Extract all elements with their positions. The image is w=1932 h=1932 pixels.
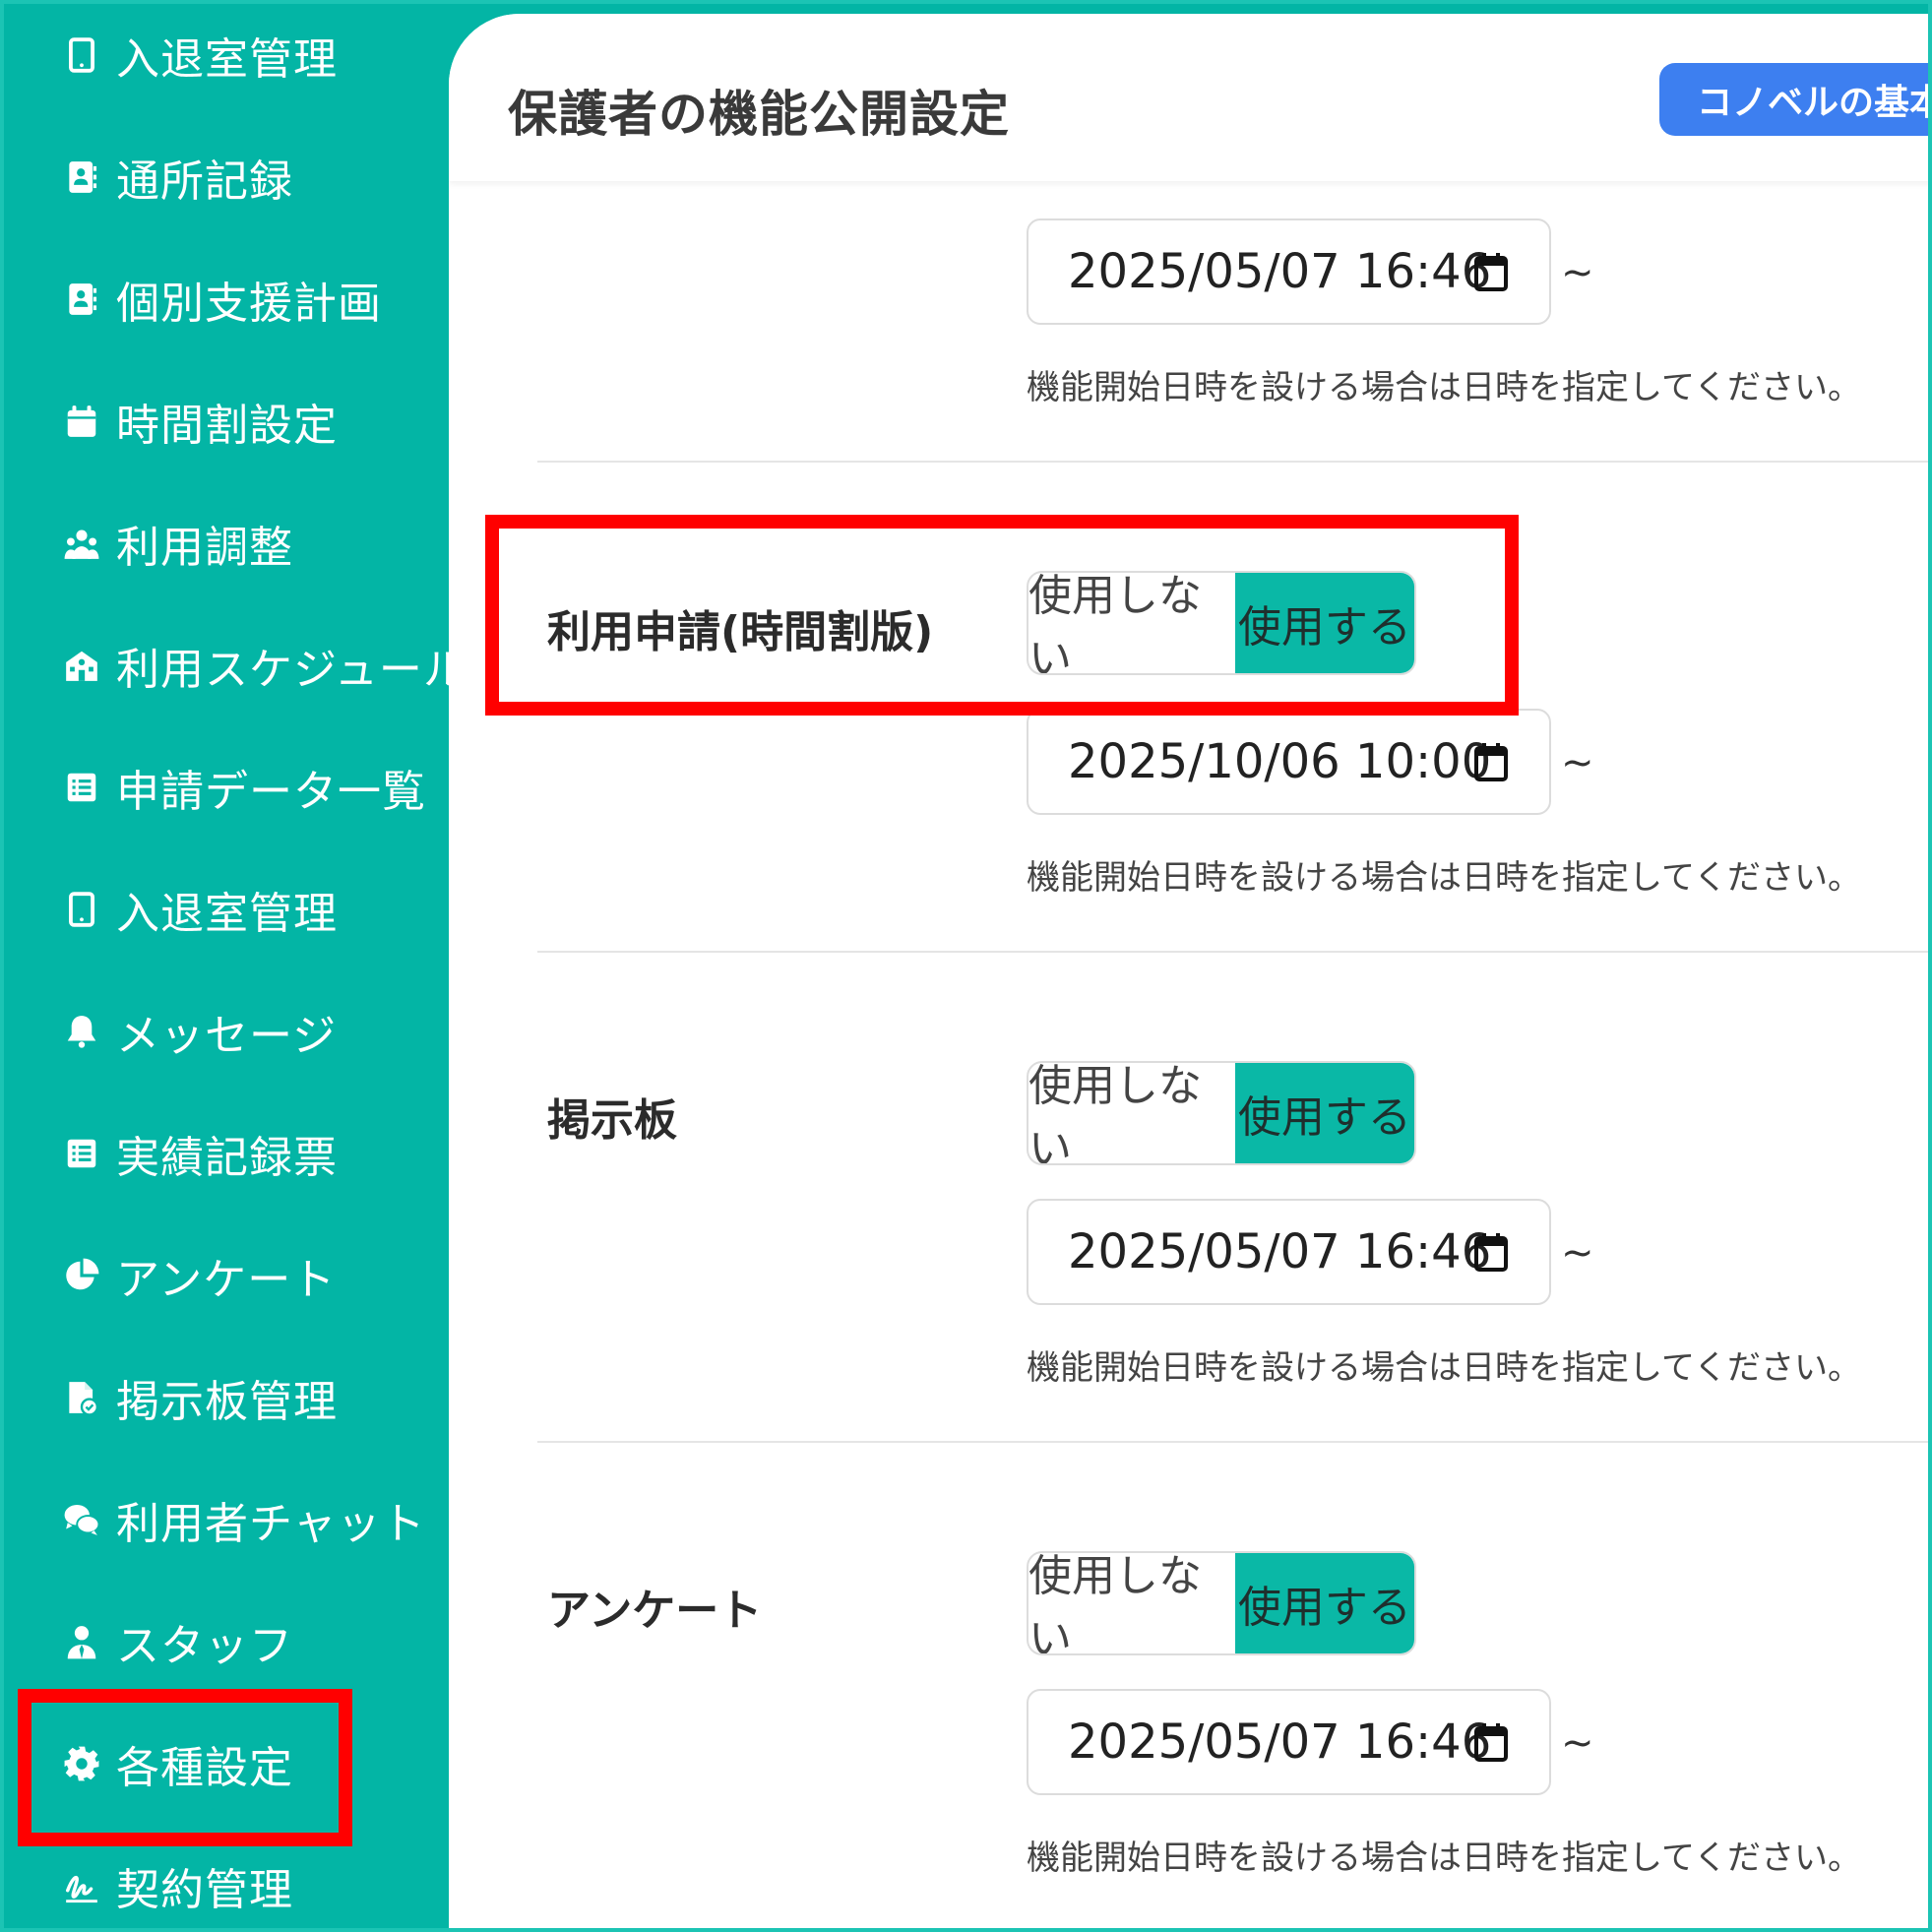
sidebar-item-messages[interactable]: メッセージ: [4, 984, 449, 1079]
calendar-icon[interactable]: [1474, 1722, 1508, 1762]
screenshot-frame: 入退室管理 通所記録 個別支援計画 時間割設定 利用調整 利用スケジュール 申請…: [0, 0, 1932, 1932]
contact-book-icon: [61, 156, 102, 198]
sidebar-item-label: 利用調整: [116, 523, 293, 573]
staff-person-icon: [61, 1621, 102, 1662]
sidebar-item-survey[interactable]: アンケート: [4, 1228, 449, 1323]
sidebar-item-entry-exit-2[interactable]: 入退室管理: [4, 862, 449, 957]
sidebar-item-label: 通所記録: [116, 156, 293, 207]
toggle-off-option[interactable]: 使用しない: [1028, 1063, 1235, 1163]
sidebar-item-label: 掲示板管理: [116, 1377, 338, 1427]
setting-label-usage-application: 利用申請(時間割版): [547, 607, 934, 657]
toggle-on-option[interactable]: 使用する: [1234, 573, 1414, 673]
date-value: 2025/10/06 10:00: [1068, 734, 1492, 789]
toggle-on-option[interactable]: 使用する: [1234, 1063, 1414, 1163]
guide-button-label: コノベルの基本的な: [1697, 83, 1928, 123]
date-field[interactable]: 2025/05/07 16:46: [1027, 1689, 1551, 1795]
sidebar-item-bulletin-management[interactable]: 掲示板管理: [4, 1350, 449, 1445]
sidebar-item-performance-records[interactable]: 実績記録票: [4, 1106, 449, 1201]
sidebar-item-label: 個別支援計画: [116, 279, 382, 329]
sidebar-item-label: 入退室管理: [116, 889, 338, 939]
sidebar-item-support-plan[interactable]: 個別支援計画: [4, 252, 449, 346]
calendar-icon[interactable]: [1474, 1232, 1508, 1272]
sidebar-item-label: 実績記録票: [116, 1133, 338, 1183]
sidebar-item-staff[interactable]: スタッフ: [4, 1594, 449, 1689]
sidebar-item-timetable-settings[interactable]: 時間割設定: [4, 374, 449, 468]
sidebar-item-label: スタッフ: [116, 1621, 293, 1671]
school-building-icon: [61, 645, 102, 686]
date-field[interactable]: 2025/05/07 16:46: [1027, 1199, 1551, 1305]
bulletin-board-toggle[interactable]: 使用しない 使用する: [1027, 1061, 1416, 1165]
page-title: 保護者の機能公開設定: [508, 86, 1010, 143]
sidebar-item-label: 各種設定: [116, 1743, 293, 1793]
divider: [537, 461, 1928, 463]
date-field[interactable]: 2025/10/06 10:00: [1027, 709, 1551, 815]
sidebar-item-label: 利用者チャット: [116, 1499, 426, 1549]
gear-icon: [61, 1743, 102, 1784]
range-tilde: ~: [1561, 1230, 1594, 1276]
sidebar-item-label: 利用スケジュール: [116, 645, 467, 695]
range-tilde: ~: [1561, 250, 1594, 295]
help-text: 機能開始日時を設ける場合は日時を指定してください。: [1027, 858, 1861, 898]
sidebar-item-label: 申請データ一覧: [116, 767, 426, 817]
date-value: 2025/05/07 16:46: [1068, 1224, 1492, 1279]
sidebar-item-label: 入退室管理: [116, 34, 338, 85]
tablet-icon: [61, 34, 102, 76]
guide-button[interactable]: コノベルの基本的な: [1659, 63, 1928, 136]
sidebar-item-user-chat[interactable]: 利用者チャット: [4, 1472, 449, 1567]
sidebar-item-settings[interactable]: 各種設定: [4, 1716, 449, 1811]
date-field[interactable]: 2025/05/07 16:46: [1027, 218, 1551, 325]
setting-label-survey: アンケート: [547, 1586, 763, 1636]
sidebar-item-entry-exit[interactable]: 入退室管理: [4, 8, 449, 102]
list-icon: [61, 1133, 102, 1174]
toggle-off-option[interactable]: 使用しない: [1028, 573, 1235, 673]
help-text: 機能開始日時を設ける場合は日時を指定してください。: [1027, 1348, 1861, 1388]
chat-bubbles-icon: [61, 1499, 102, 1540]
usage-application-toggle[interactable]: 使用しない 使用する: [1027, 571, 1416, 675]
toggle-on-option[interactable]: 使用する: [1234, 1553, 1414, 1653]
help-text: 機能開始日時を設ける場合は日時を指定してください。: [1027, 368, 1861, 407]
sidebar-item-usage-schedule[interactable]: 利用スケジュール: [4, 618, 467, 713]
sidebar-item-label: アンケート: [116, 1255, 337, 1305]
date-value: 2025/05/07 16:46: [1068, 244, 1492, 299]
signature-icon: [61, 1865, 102, 1906]
setting-label-bulletin-board: 掲示板: [547, 1095, 677, 1146]
page-header: 保護者の機能公開設定 コノベルの基本的な: [449, 14, 1928, 181]
help-text: 機能開始日時を設ける場合は日時を指定してください。: [1027, 1839, 1861, 1878]
sidebar-item-label: メッセージ: [116, 1011, 338, 1061]
survey-toggle[interactable]: 使用しない 使用する: [1027, 1551, 1416, 1655]
sidebar-item-attendance-records[interactable]: 通所記録: [4, 130, 449, 224]
toggle-off-option[interactable]: 使用しない: [1028, 1553, 1235, 1653]
bell-icon: [61, 1011, 102, 1052]
list-icon: [61, 767, 102, 808]
range-tilde: ~: [1561, 740, 1594, 785]
pie-chart-icon: [61, 1255, 102, 1296]
calendar-icon[interactable]: [1474, 252, 1508, 291]
divider: [537, 1441, 1928, 1443]
content-panel: 保護者の機能公開設定 コノベルの基本的な 2025/05/07 16:46 ~ …: [449, 14, 1928, 1928]
people-group-icon: [61, 523, 102, 564]
date-value: 2025/05/07 16:46: [1068, 1714, 1492, 1770]
sidebar-item-contract-management[interactable]: 契約管理: [4, 1839, 449, 1928]
contact-book-icon: [61, 279, 102, 320]
sidebar-item-label: 契約管理: [116, 1865, 293, 1915]
main-area: 保護者の機能公開設定 コノベルの基本的な 2025/05/07 16:46 ~ …: [449, 4, 1928, 1928]
divider: [537, 951, 1928, 953]
sidebar-item-application-list[interactable]: 申請データ一覧: [4, 740, 449, 835]
tablet-icon: [61, 889, 102, 930]
calendar-icon[interactable]: [1474, 742, 1508, 781]
range-tilde: ~: [1561, 1720, 1594, 1766]
calendar-icon: [61, 401, 102, 442]
sidebar: 入退室管理 通所記録 個別支援計画 時間割設定 利用調整 利用スケジュール 申請…: [4, 4, 467, 1928]
sidebar-item-label: 時間割設定: [116, 401, 338, 451]
sidebar-item-usage-adjustment[interactable]: 利用調整: [4, 496, 449, 591]
file-check-icon: [61, 1377, 102, 1418]
